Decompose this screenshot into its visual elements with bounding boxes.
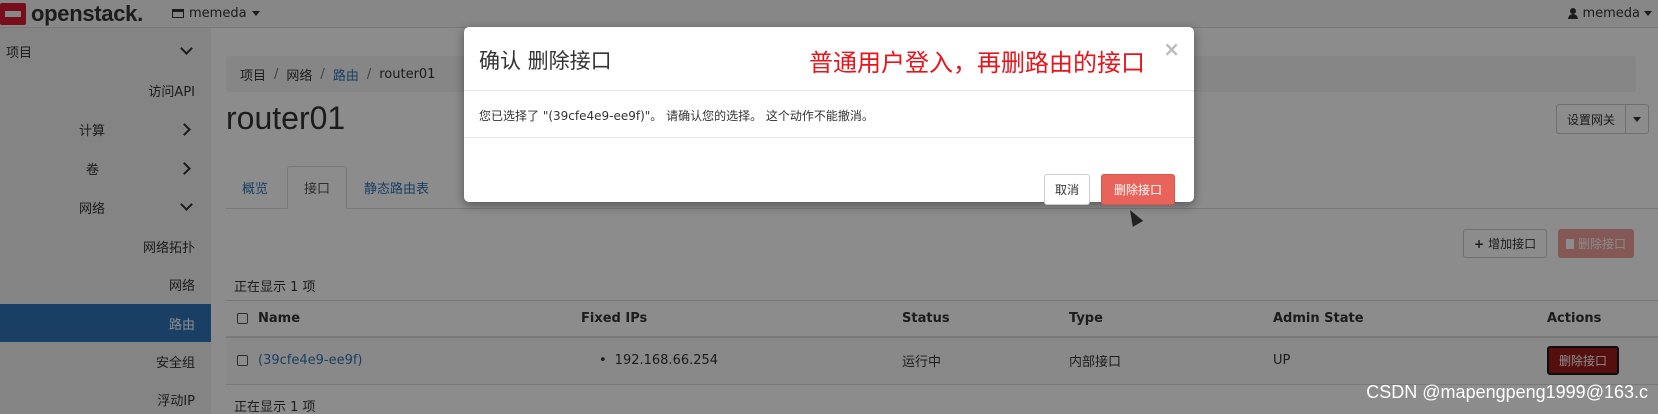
cancel-button[interactable]: 取消	[1044, 174, 1091, 205]
annotation-text: 普通用户登入，再删路由的接口	[809, 49, 1145, 77]
modal-body-text: 您已选择了 "(39cfe4e9-ee9f)"。 请确认您的选择。 这个动作不能…	[479, 109, 874, 123]
modal-title: 确认 删除接口	[479, 49, 612, 73]
modal-header: 确认 删除接口 普通用户登入，再删路由的接口 ×	[464, 27, 1194, 91]
close-icon[interactable]: ×	[1163, 37, 1180, 61]
confirm-delete-dialog: 确认 删除接口 普通用户登入，再删路由的接口 × 您已选择了 "(39cfe4e…	[464, 27, 1194, 205]
confirm-delete-button[interactable]: 删除接口	[1101, 174, 1176, 205]
watermark: CSDN @mapengpeng1999@163.c	[1366, 382, 1648, 402]
modal-footer: 取消 删除接口	[464, 137, 1194, 205]
